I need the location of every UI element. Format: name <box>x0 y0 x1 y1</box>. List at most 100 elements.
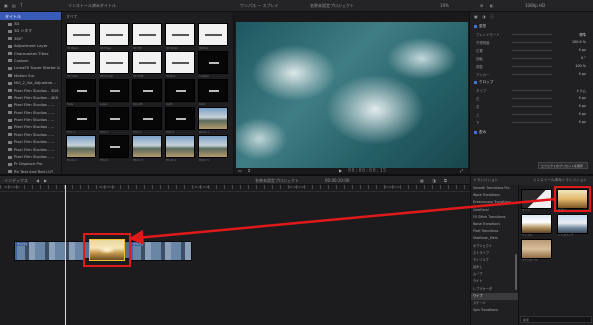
inspector-section-header[interactable]: クロップ <box>474 80 590 86</box>
inspector-row-value[interactable]: トリム <box>576 88 586 93</box>
value-slider[interactable] <box>512 34 552 35</box>
sidebar-toggle-icon[interactable]: ▣ <box>4 3 8 8</box>
sidebar-item[interactable]: Pixel Film Studios - ... <box>0 153 61 160</box>
viewer-video-frame[interactable] <box>236 22 468 168</box>
title-thumbnail[interactable]: Title 3 <box>132 107 162 134</box>
title-thumbnail[interactable]: Photo 4 <box>165 135 195 162</box>
title-thumbnail[interactable]: 3D Shift <box>132 51 162 78</box>
sidebar-item[interactable]: Pixel Film Studios - ... <box>0 101 61 108</box>
value-slider[interactable] <box>512 74 552 75</box>
info-inspector-icon[interactable]: ⓘ <box>490 14 494 20</box>
transition-category[interactable]: Wave Transitions <box>471 192 518 199</box>
inspector-row-value[interactable]: 0 px <box>579 104 586 108</box>
title-thumbnail[interactable]: 3D Tilt <box>132 23 162 50</box>
inspector-row-value[interactable]: 100 % <box>575 64 586 68</box>
title-thumbnail[interactable]: 3D Basic <box>66 23 96 50</box>
sidebar-item[interactable]: Pr Displace Pro <box>0 160 61 167</box>
timeline-index-button[interactable]: インデックス <box>4 178 28 184</box>
title-thumbnail[interactable]: Photo 2 <box>66 135 96 162</box>
dropped-transition-clip[interactable] <box>89 239 125 261</box>
transition-category[interactable]: Noise Transitions <box>471 221 518 228</box>
sidebar-item[interactable]: Pixel Film Studios - ... <box>0 146 61 153</box>
transitions-tab[interactable]: トランジション <box>473 178 498 183</box>
transition-category[interactable]: ストライプ <box>471 250 518 257</box>
timeline-clip-2[interactable]: ワンパス <box>130 241 192 261</box>
sidebar-item[interactable]: Pixel Film Studios - 4K9 <box>0 94 61 101</box>
view-options-icon[interactable]: ▭ <box>238 168 242 173</box>
value-slider[interactable] <box>512 50 552 51</box>
inspector-row-value[interactable]: 0 px <box>579 120 586 124</box>
title-thumbnail[interactable]: Photo 3 <box>132 135 162 162</box>
selected-transition-thumbnail[interactable]: ブラー <box>554 186 591 212</box>
sidebar-item[interactable]: Charmantes Titles <box>0 50 61 57</box>
inspector-section-header[interactable]: 変形 <box>474 24 590 30</box>
transition-thumbnail[interactable]: ワイプ <box>521 189 552 212</box>
zoom-level[interactable]: 19% <box>440 3 449 8</box>
value-slider[interactable] <box>512 58 552 59</box>
value-slider[interactable] <box>512 114 552 115</box>
transition-category[interactable]: CoreFocal <box>471 207 518 214</box>
title-thumbnail[interactable]: Fade <box>66 79 96 106</box>
sidebar-header[interactable]: タイトル <box>0 12 61 20</box>
transition-category[interactable]: ライト <box>471 278 518 285</box>
value-slider[interactable] <box>512 66 552 67</box>
sidebar-item[interactable]: Pixel Film Studios - ... <box>0 109 61 116</box>
inspector-row-value[interactable]: 0 px <box>579 96 586 100</box>
inspector-row-value[interactable]: 0 px <box>579 72 586 76</box>
sidebar-item[interactable]: 360° <box>0 35 61 42</box>
title-thumbnail[interactable]: Title 5 <box>99 135 129 162</box>
back-icon[interactable]: ◀ <box>36 178 39 183</box>
value-slider[interactable] <box>512 98 552 99</box>
category-scrollbar[interactable] <box>515 254 517 290</box>
value-slider[interactable] <box>512 106 552 107</box>
tools-icon[interactable]: ⌗ <box>248 168 250 173</box>
transition-category[interactable]: Dreamscape Transitions <box>471 199 518 206</box>
transition-category[interactable]: ぼかし <box>471 264 518 271</box>
transition-category[interactable]: Spin Transitions <box>471 307 518 314</box>
value-slider[interactable] <box>512 42 552 43</box>
forward-icon[interactable]: ▶ <box>44 178 47 183</box>
sidebar-item[interactable]: 3D シネマ <box>0 27 61 34</box>
inspector-row-value[interactable]: 0 px <box>579 112 586 116</box>
title-thumbnail[interactable]: Photo 5 <box>198 135 228 162</box>
transition-category[interactable]: Pixel Transitions <box>471 228 518 235</box>
transitions-browser-icon[interactable]: ⧉ <box>444 178 447 183</box>
title-thumbnail[interactable]: 3D Box <box>198 23 228 50</box>
value-slider[interactable] <box>512 122 552 123</box>
sidebar-item[interactable]: Motion Sur <box>0 72 61 79</box>
video-inspector-icon[interactable]: ▣ <box>474 14 478 19</box>
transition-category[interactable]: レプリケータ <box>471 286 518 293</box>
inspector-row-value[interactable]: 0 ° <box>581 56 586 60</box>
title-thumbnail[interactable]: Photo 1 <box>198 107 228 134</box>
sidebar-item[interactable]: Pixel Film Studios - ... <box>0 123 61 130</box>
title-thumbnail[interactable]: 3D Corner <box>99 51 129 78</box>
fullscreen-icon[interactable]: ⤢ <box>460 168 463 173</box>
title-thumbnail[interactable]: 3D Static <box>165 23 195 50</box>
sidebar-item[interactable]: NVI_2_Vol_Adjustme... <box>0 79 61 86</box>
transition-category[interactable]: FX Glitch Transitions <box>471 214 518 221</box>
inspector-row-value[interactable]: 100.0 % <box>572 40 586 44</box>
transition-category[interactable]: ムーブ <box>471 271 518 278</box>
transitions-search-input[interactable]: 検索 <box>520 316 592 323</box>
transition-category[interactable]: オブジェクト <box>471 243 518 250</box>
value-slider[interactable] <box>512 90 552 91</box>
title-thumbnail[interactable]: 3D Edge <box>99 23 129 50</box>
playhead[interactable] <box>65 185 66 325</box>
sidebar-item[interactable]: Pixel Film Studios - ... <box>0 131 61 138</box>
sidebar-item[interactable]: Adjustment Layer <box>0 42 61 49</box>
titles-browser-icon[interactable]: T <box>20 3 22 8</box>
play-icon[interactable]: ▶ <box>339 168 342 173</box>
title-thumbnail[interactable]: Lower <box>99 79 129 106</box>
title-thumbnail[interactable]: Custom <box>198 51 228 78</box>
title-thumbnail[interactable]: 3D Over <box>66 51 96 78</box>
sidebar-item[interactable]: Pixel Film Studios - 3D9 <box>0 87 61 94</box>
sidebar-item[interactable]: Pixel Film Studios - ... <box>0 116 61 123</box>
effects-browser-icon[interactable]: ◨ <box>432 178 436 183</box>
title-thumbnail[interactable]: Title 1 <box>66 107 96 134</box>
transition-thumbnail[interactable]: ページカール <box>521 239 552 262</box>
title-thumbnail[interactable]: Title 2 <box>99 107 129 134</box>
title-thumbnail[interactable]: 3D Blur <box>165 51 195 78</box>
timeline[interactable]: 00:00:00:00 00:00:05:00 00:00:10:00 00:00:1… <box>0 185 470 325</box>
transition-category[interactable]: Stabilizer_Xfers <box>471 235 518 242</box>
save-effects-preset-button[interactable]: エフェクトのプリセットを保存 <box>538 162 588 169</box>
